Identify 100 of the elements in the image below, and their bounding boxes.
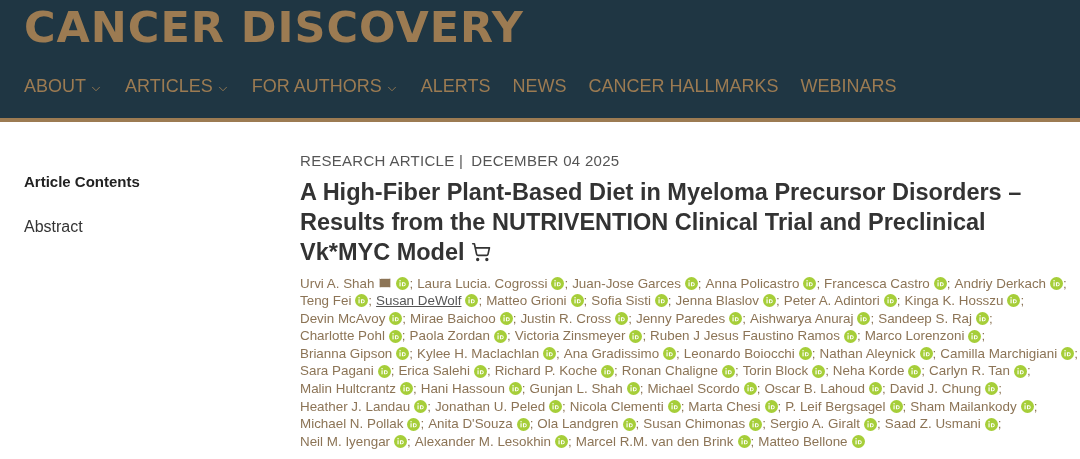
author-link[interactable]: Marco Lorenzoni bbox=[864, 327, 982, 345]
orcid-icon[interactable] bbox=[919, 347, 933, 361]
author-link[interactable]: Susan Chimonas bbox=[643, 415, 763, 433]
author-link[interactable]: Michael N. Pollak bbox=[300, 415, 421, 433]
nav-link[interactable]: WEBINARS bbox=[800, 73, 897, 100]
sidebar-link[interactable]: Article Contents bbox=[24, 171, 140, 194]
author-link[interactable]: Kinga K. Hosszu bbox=[904, 292, 1021, 310]
orcid-icon[interactable] bbox=[1020, 399, 1034, 413]
sidebar-link[interactable]: Abstract bbox=[24, 214, 83, 239]
cart-icon[interactable] bbox=[470, 241, 491, 262]
author-link[interactable]: Anna Policastro bbox=[705, 274, 817, 293]
orcid-icon[interactable] bbox=[764, 399, 778, 413]
orcid-icon[interactable] bbox=[933, 276, 947, 290]
author-link[interactable]: Juan-Jose Garces bbox=[572, 274, 698, 293]
orcid-icon[interactable] bbox=[396, 347, 410, 361]
orcid-icon[interactable] bbox=[494, 329, 507, 343]
orcid-icon[interactable] bbox=[984, 417, 998, 431]
author-link[interactable]: Anita D'Souza bbox=[428, 415, 530, 433]
orcid-icon[interactable] bbox=[737, 435, 751, 449]
orcid-icon[interactable] bbox=[843, 329, 857, 343]
orcid-icon[interactable] bbox=[883, 294, 897, 308]
orcid-icon[interactable] bbox=[1061, 347, 1075, 361]
author-link[interactable]: P. Leif Bergsagel bbox=[785, 397, 903, 416]
author-link[interactable]: Ola Landgren bbox=[537, 415, 636, 433]
author-link[interactable]: Marcel R.M. van den Brink bbox=[575, 432, 751, 451]
orcid-icon[interactable] bbox=[684, 276, 698, 290]
author-link[interactable]: Ruben J Jesus Faustino Ramos bbox=[650, 327, 857, 345]
orcid-icon[interactable] bbox=[968, 329, 982, 343]
mail-icon[interactable] bbox=[378, 276, 393, 291]
orcid-icon[interactable] bbox=[626, 382, 640, 396]
orcid-icon[interactable] bbox=[629, 329, 643, 343]
orcid-icon[interactable] bbox=[388, 329, 402, 343]
orcid-icon[interactable] bbox=[663, 347, 677, 361]
author-link[interactable]: Matteo Grioni bbox=[486, 292, 584, 310]
author-link[interactable]: Neha Korde bbox=[832, 362, 922, 381]
orcid-icon[interactable] bbox=[389, 312, 403, 325]
author-link[interactable]: Peter A. Adintori bbox=[783, 292, 897, 310]
nav-link[interactable]: ALERTS bbox=[420, 73, 491, 100]
orcid-icon[interactable] bbox=[555, 435, 568, 449]
orcid-icon[interactable] bbox=[1013, 364, 1027, 378]
author-link[interactable]: Paola Zordan bbox=[409, 327, 507, 345]
author-link[interactable]: Malin Hultcrantz bbox=[300, 380, 413, 398]
orcid-icon[interactable] bbox=[473, 364, 487, 378]
orcid-icon[interactable] bbox=[615, 312, 629, 325]
orcid-icon[interactable] bbox=[414, 399, 428, 413]
author-link[interactable]: Aishwarya Anuraj bbox=[750, 309, 871, 328]
author-link[interactable]: Torin Block bbox=[742, 362, 826, 381]
orcid-icon[interactable] bbox=[864, 417, 878, 431]
orcid-icon[interactable] bbox=[762, 294, 776, 308]
author-link[interactable]: Carlyn R. Tan bbox=[929, 362, 1027, 381]
author-link[interactable]: Leonardo Boiocchi bbox=[683, 344, 812, 363]
author-link[interactable]: Mirae Baichoo bbox=[410, 309, 513, 328]
author-link[interactable]: Jenna Blaslov bbox=[675, 292, 776, 310]
author-link[interactable]: Susan DeWolf bbox=[376, 292, 479, 310]
author-link[interactable]: Sham Mailankody bbox=[910, 397, 1034, 416]
author-link[interactable]: Sofia Sisti bbox=[591, 292, 668, 310]
orcid-icon[interactable] bbox=[508, 382, 522, 396]
author-link[interactable]: Jenny Paredes bbox=[635, 309, 743, 328]
orcid-icon[interactable] bbox=[465, 294, 479, 308]
author-link[interactable]: Ronan Chaligne bbox=[621, 362, 735, 381]
orcid-icon[interactable] bbox=[355, 294, 369, 308]
orcid-icon[interactable] bbox=[868, 382, 882, 396]
orcid-icon[interactable] bbox=[570, 294, 584, 308]
orcid-icon[interactable] bbox=[803, 276, 817, 290]
author-link[interactable]: Erica Salehi bbox=[398, 362, 487, 381]
orcid-icon[interactable] bbox=[396, 276, 410, 290]
author-link[interactable]: Ana Gradissimo bbox=[563, 344, 677, 363]
orcid-icon[interactable] bbox=[851, 435, 865, 449]
orcid-icon[interactable] bbox=[551, 276, 565, 290]
orcid-icon[interactable] bbox=[394, 435, 408, 449]
author-link[interactable]: Urvi A. Shah bbox=[300, 274, 410, 293]
author-link[interactable]: Richard P. Koche bbox=[494, 362, 615, 381]
author-link[interactable]: Brianna Gipson bbox=[300, 344, 410, 363]
orcid-icon[interactable] bbox=[857, 312, 871, 325]
author-link[interactable]: Victoria Zinsmeyer bbox=[514, 327, 643, 345]
author-link[interactable]: Sara Pagani bbox=[300, 362, 391, 381]
journal-logo[interactable]: CANCER DISCOVERY bbox=[24, 6, 524, 49]
orcid-icon[interactable] bbox=[601, 364, 615, 378]
orcid-icon[interactable] bbox=[543, 347, 557, 361]
author-link[interactable]: Sandeep S. Raj bbox=[878, 309, 989, 328]
orcid-icon[interactable] bbox=[622, 417, 636, 431]
orcid-icon[interactable] bbox=[516, 417, 530, 431]
author-link[interactable]: Saad Z. Usmani bbox=[884, 415, 998, 433]
author-link[interactable]: Alexander M. Lesokhin bbox=[414, 432, 568, 451]
orcid-icon[interactable] bbox=[407, 417, 421, 431]
orcid-icon[interactable] bbox=[400, 382, 413, 396]
orcid-icon[interactable] bbox=[889, 399, 903, 413]
author-link[interactable]: Laura Lucia. Cogrossi bbox=[417, 274, 565, 293]
orcid-icon[interactable] bbox=[721, 364, 735, 378]
author-link[interactable]: David J. Chung bbox=[889, 380, 999, 398]
author-link[interactable]: Kylee H. Maclachlan bbox=[417, 344, 557, 363]
author-link[interactable]: Michael Scordo bbox=[647, 380, 757, 398]
orcid-icon[interactable] bbox=[985, 382, 999, 396]
author-link[interactable]: Devin McAvoy bbox=[300, 309, 403, 328]
orcid-icon[interactable] bbox=[1050, 276, 1064, 290]
author-link[interactable]: Francesca Castro bbox=[824, 274, 947, 293]
nav-link[interactable]: FOR AUTHORS bbox=[251, 73, 399, 100]
author-link[interactable]: Hani Hassoun bbox=[420, 380, 522, 398]
nav-link[interactable]: CANCER HALLMARKS bbox=[588, 73, 779, 100]
author-link[interactable]: Gunjan L. Shah bbox=[529, 380, 640, 398]
